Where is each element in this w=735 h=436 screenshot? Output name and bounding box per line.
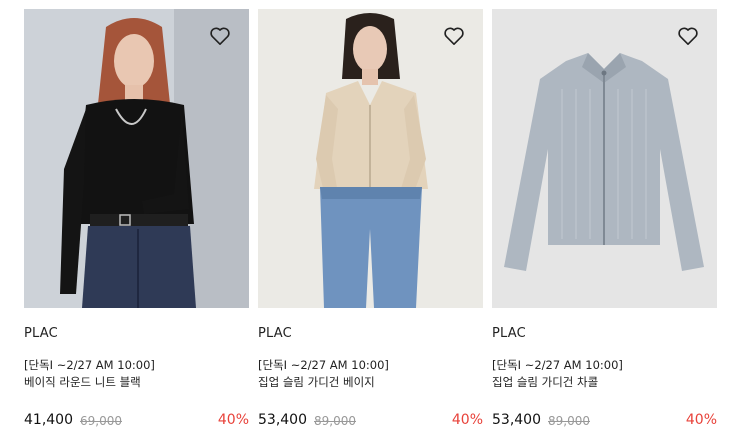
- heart-icon[interactable]: [209, 26, 231, 46]
- brand-name[interactable]: PLAC: [492, 326, 526, 341]
- promo-tag: [단독I ~2/27 AM 10:00]: [24, 358, 155, 372]
- product-image[interactable]: [24, 9, 249, 308]
- promo-tag: [단독I ~2/27 AM 10:00]: [258, 358, 389, 372]
- heart-icon[interactable]: [677, 26, 699, 46]
- discount-rate: 40%: [685, 412, 717, 428]
- original-price: 89,000: [548, 414, 590, 428]
- heart-icon[interactable]: [443, 26, 465, 46]
- original-price: 69,000: [80, 414, 122, 428]
- original-price: 89,000: [314, 414, 356, 428]
- brand-name[interactable]: PLAC: [258, 326, 292, 341]
- discount-rate: 40%: [217, 412, 249, 428]
- promo-tag: [단독I ~2/27 AM 10:00]: [492, 358, 623, 372]
- product-name[interactable]: 집업 슬림 가디건 베이지: [258, 374, 375, 390]
- sale-price: 41,400: [24, 412, 73, 428]
- product-image[interactable]: [492, 9, 717, 308]
- discount-rate: 40%: [451, 412, 483, 428]
- product-name[interactable]: 베이직 라운드 니트 블랙: [24, 374, 141, 390]
- sale-price: 53,400: [258, 412, 307, 428]
- sale-price: 53,400: [492, 412, 541, 428]
- product-image[interactable]: [258, 9, 483, 308]
- brand-name[interactable]: PLAC: [24, 326, 58, 341]
- product-name[interactable]: 집업 슬림 가디건 차콜: [492, 374, 598, 390]
